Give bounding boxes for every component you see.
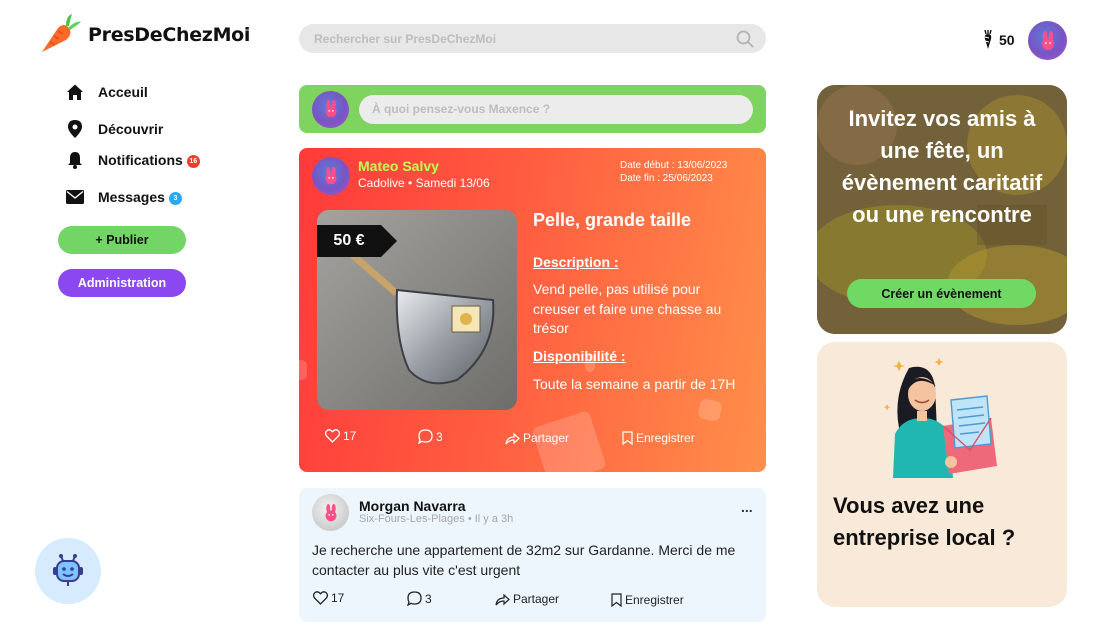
like-count: 17 [331, 591, 345, 605]
like-button[interactable]: 17 [313, 591, 344, 605]
date-start: Date début : 13/06/2023 [620, 160, 728, 171]
comment-bubble-icon [407, 591, 422, 606]
bookmark-icon [622, 431, 633, 445]
like-button[interactable]: 17 [325, 429, 356, 443]
user-avatar[interactable] [1028, 21, 1067, 60]
post-composer: À quoi pensez-vous Maxence ? [299, 85, 766, 133]
decorative-shape [697, 397, 723, 423]
post-card: Morgan Navarra Six-Fours-Les-Plages • Il… [299, 488, 766, 622]
decorative-shape [299, 360, 307, 380]
bookmark-icon [611, 593, 622, 607]
bell-icon [66, 151, 84, 169]
description-text: Vend pelle, pas utilisé pour creuser et … [533, 281, 722, 336]
share-arrow-icon [495, 593, 510, 605]
sidebar-item-accueil[interactable]: Acceuil [66, 83, 148, 101]
save-label: Enregistrer [625, 593, 684, 607]
share-button[interactable]: Partager [495, 592, 559, 606]
brand-name: PresDeChezMoi [88, 24, 251, 46]
search-bar[interactable]: Rechercher sur PresDeChezMoi [299, 24, 766, 53]
author-name[interactable]: Mateo Salvy [358, 158, 490, 174]
post-text: Je recherche une appartement de 32m2 sur… [312, 542, 736, 578]
share-button[interactable]: Partager [505, 431, 569, 445]
sidebar-item-notifications[interactable]: Notifications 16 [66, 151, 200, 169]
woman-with-envelope-illustration [883, 358, 997, 478]
post-title: Pelle, grande taille [533, 210, 692, 230]
bunny-avatar-icon [1041, 30, 1054, 50]
administration-button[interactable]: Administration [58, 269, 186, 297]
author-avatar[interactable] [312, 494, 349, 531]
price-tag: 50 € [317, 225, 397, 257]
sidebar-item-decouvrir[interactable]: Découvrir [66, 120, 163, 138]
search-icon[interactable] [736, 30, 754, 48]
location-pin-icon [66, 120, 84, 138]
comment-count: 3 [436, 429, 443, 444]
comment-count: 3 [425, 591, 432, 606]
business-promo-title: Vous avez une entreprise local ? [833, 493, 1016, 550]
coins-count: 50 [999, 32, 1015, 48]
carrot-coins-balance[interactable]: 50 [981, 30, 1015, 50]
comment-button[interactable]: 3 [418, 429, 443, 444]
search-input[interactable]: Rechercher sur PresDeChezMoi [314, 32, 736, 46]
save-button[interactable]: Enregistrer [622, 431, 695, 445]
notifications-count-badge: 16 [186, 154, 200, 168]
post-meta: Six-Fours-Les-Plages • Il y a 3h [359, 513, 514, 525]
composer-avatar[interactable] [312, 90, 349, 128]
more-options-button[interactable]: ... [741, 499, 753, 515]
price-value: 50 € [333, 232, 365, 249]
comment-bubble-icon [418, 429, 433, 444]
availability-text: Toute la semaine a partir de 17H [533, 376, 736, 392]
messages-count-badge: 3 [168, 191, 182, 205]
bunny-avatar-icon [325, 166, 337, 185]
local-business-promo-card[interactable]: Vous avez une entreprise local ? [817, 342, 1067, 607]
heart-icon [325, 429, 340, 443]
carrot-coin-icon [984, 30, 992, 49]
sidebar-item-label: Acceuil [98, 84, 148, 100]
bunny-avatar-icon [325, 99, 336, 118]
carrot-logo-icon [42, 14, 81, 52]
envelope-icon [66, 188, 84, 206]
sidebar-item-messages[interactable]: Messages 3 [66, 188, 182, 206]
share-label: Partager [523, 431, 570, 445]
post-dates: Date début : 13/06/2023 Date fin : 25/06… [620, 159, 727, 185]
save-button[interactable]: Enregistrer [611, 593, 684, 607]
share-label: Partager [513, 592, 560, 606]
composer-input[interactable]: À quoi pensez-vous Maxence ? [359, 94, 753, 124]
comment-button[interactable]: 3 [407, 591, 432, 606]
create-event-promo-card: Invitez vos amis à une fête, un évènemen… [817, 85, 1067, 334]
save-label: Enregistrer [636, 431, 695, 445]
author-name[interactable]: Morgan Navarra [359, 498, 466, 514]
author-avatar[interactable] [312, 157, 350, 195]
date-end: Date fin : 25/06/2023 [620, 173, 713, 184]
sidebar-item-label: Messages [98, 189, 165, 205]
heart-icon [313, 591, 328, 605]
event-promo-title: Invitez vos amis à une fête, un évènemen… [841, 106, 1043, 227]
publish-button[interactable]: + Publier [58, 226, 186, 254]
featured-post-card: Mateo Salvy Cadolive • Samedi 13/06 Date… [299, 148, 766, 472]
sidebar-item-label: Notifications [98, 152, 183, 168]
create-event-button[interactable]: Créer un évènement [847, 279, 1036, 308]
robot-assistant-icon [53, 554, 83, 586]
brand-logo[interactable]: PresDeChezMoi [36, 12, 250, 58]
sidebar-item-label: Découvrir [98, 121, 164, 137]
chatbot-assistant-button[interactable] [35, 538, 101, 604]
like-count: 17 [343, 429, 357, 443]
bunny-avatar-icon [325, 503, 336, 521]
availability-label: Disponibilité : [533, 348, 626, 364]
share-arrow-icon [505, 432, 520, 444]
post-meta: Cadolive • Samedi 13/06 [358, 176, 490, 190]
description-label: Description : [533, 254, 619, 270]
home-icon [66, 83, 84, 101]
